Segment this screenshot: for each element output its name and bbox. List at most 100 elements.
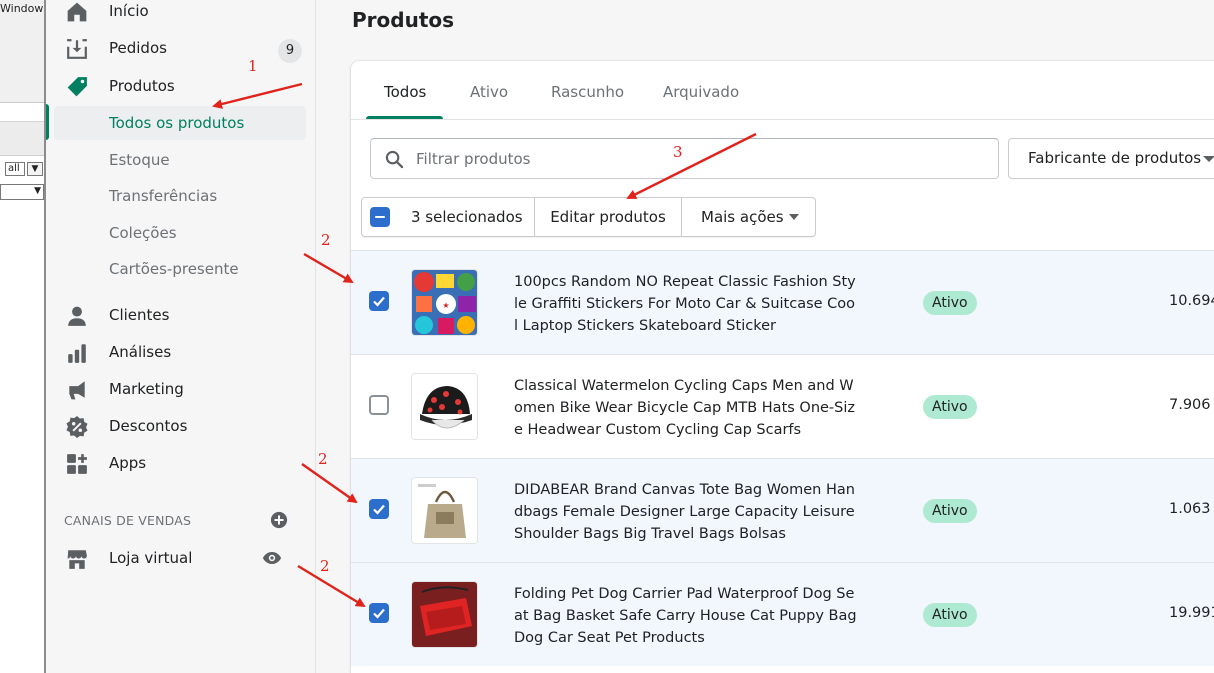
sidebar-item-loja-virtual[interactable]: Loja virtual — [54, 541, 306, 575]
select-all-control[interactable]: 3 selecionados — [362, 198, 535, 236]
tab-rascunho[interactable]: Rascunho — [551, 83, 624, 101]
vendor-filter-label: Fabricante de produtos — [1028, 149, 1202, 167]
indeterminate-checkbox[interactable] — [370, 207, 390, 227]
product-thumbnail-stickers[interactable]: ★ — [411, 269, 478, 336]
sidebar-item-label: Análises — [109, 343, 172, 361]
inventory-value: 19.991 — [1169, 605, 1214, 621]
caret-down-icon — [1203, 156, 1214, 162]
product-title[interactable]: DIDABEAR Brand Canvas Tote Bag Women Han… — [514, 479, 859, 545]
home-icon — [67, 2, 87, 22]
row-checkbox[interactable] — [369, 395, 389, 415]
active-indicator — [46, 104, 49, 140]
tab-active-underline — [366, 116, 443, 119]
sidebar-item-label: Marketing — [109, 380, 184, 398]
sidebar-item-label: Início — [109, 2, 149, 20]
sidebar-item-analises[interactable]: Análises — [54, 335, 306, 369]
window-panel — [0, 122, 44, 156]
row-checkbox[interactable] — [369, 291, 389, 311]
sidebar-item-estoque[interactable]: Estoque — [54, 143, 306, 177]
caret-down-icon — [789, 214, 799, 220]
sales-channels-heading: CANAIS DE VENDAS — [64, 513, 192, 528]
sidebar-item-label: Apps — [109, 454, 147, 472]
discount-icon — [66, 416, 88, 438]
edit-products-label: Editar produtos — [550, 208, 666, 226]
window-dropdown[interactable]: ▼ — [0, 184, 44, 200]
orders-icon — [67, 39, 87, 59]
apps-icon — [67, 454, 87, 474]
tab-arquivado[interactable]: Arquivado — [663, 83, 739, 101]
table-row[interactable]: ★ 100pcs Random NO Repeat Classic Fashio… — [351, 250, 1214, 354]
table-row[interactable]: DIDABEAR Brand Canvas Tote Bag Women Han… — [351, 458, 1214, 562]
product-title[interactable]: Folding Pet Dog Carrier Pad Waterproof D… — [514, 583, 859, 649]
checkmark-icon — [373, 608, 385, 619]
checkmark-icon — [373, 504, 385, 515]
sidebar-item-label: Produtos — [109, 77, 175, 95]
person-icon — [68, 306, 86, 326]
sidebar-item-marketing[interactable]: Marketing — [54, 372, 306, 406]
sidebar-item-apps[interactable]: Apps — [54, 446, 306, 480]
store-icon — [67, 550, 87, 569]
sidebar-item-clientes[interactable]: Clientes — [54, 298, 306, 332]
sidebar-item-todos-os-produtos[interactable]: Todos os produtos — [54, 106, 306, 140]
tab-todos[interactable]: Todos — [384, 83, 426, 101]
sidebar-item-label: Clientes — [109, 306, 170, 324]
cycling-cap-image — [412, 374, 477, 439]
search-placeholder: Filtrar produtos — [416, 150, 531, 168]
status-badge: Ativo — [923, 499, 977, 523]
sidebar-item-label: Cartões-presente — [109, 260, 239, 278]
filter-products-input[interactable]: Filtrar produtos — [370, 138, 999, 179]
sidebar: Início Pedidos 9 Produtos Todos os produ… — [46, 0, 316, 673]
table-row[interactable]: Folding Pet Dog Carrier Pad Waterproof D… — [351, 562, 1214, 666]
product-tabs: Todos Ativo Rascunho Arquivado — [351, 61, 1214, 120]
dropdown-arrow-icon: ▼ — [34, 186, 41, 196]
add-channel-icon[interactable] — [270, 511, 288, 529]
annotation-number-1: 1 — [248, 57, 258, 75]
product-title[interactable]: Classical Watermelon Cycling Caps Men an… — [514, 375, 859, 441]
search-icon — [385, 150, 404, 169]
row-checkbox[interactable] — [369, 499, 389, 519]
window-select-arrow-icon[interactable]: ▼ — [27, 162, 43, 176]
status-badge: Ativo — [923, 291, 977, 315]
sidebar-item-label: Estoque — [109, 151, 170, 169]
megaphone-icon — [69, 381, 85, 400]
row-checkbox[interactable] — [369, 603, 389, 623]
background-window: Window all ▼ ▼ — [0, 0, 46, 673]
table-row[interactable]: Classical Watermelon Cycling Caps Men an… — [351, 354, 1214, 458]
product-title[interactable]: 100pcs Random NO Repeat Classic Fashion … — [514, 271, 859, 337]
sidebar-item-label: Descontos — [109, 417, 188, 435]
sidebar-item-colecoes[interactable]: Coleções — [54, 216, 306, 250]
tag-icon — [67, 77, 87, 97]
more-actions-label: Mais ações — [701, 208, 784, 226]
vendor-filter-button[interactable]: Fabricante de produtos — [1008, 138, 1214, 179]
sidebar-item-label: Transferências — [109, 187, 218, 205]
annotation-number-2: 2 — [320, 557, 330, 575]
product-thumbnail-tote-bag[interactable] — [411, 477, 478, 544]
sidebar-item-label: Pedidos — [109, 39, 167, 57]
product-thumbnail-cap[interactable] — [411, 373, 478, 440]
product-thumbnail-pet-carrier[interactable] — [411, 581, 478, 648]
orders-count-badge: 9 — [278, 39, 302, 63]
tab-ativo[interactable]: Ativo — [470, 83, 508, 101]
inventory-value: 10.694 — [1169, 293, 1214, 309]
status-badge: Ativo — [923, 395, 977, 419]
sidebar-item-descontos[interactable]: Descontos — [54, 409, 306, 443]
annotation-number-2: 2 — [321, 231, 331, 249]
checkmark-icon — [373, 296, 385, 307]
status-badge: Ativo — [923, 603, 977, 627]
sidebar-item-cartoes-presente[interactable]: Cartões-presente — [54, 252, 306, 286]
window-select[interactable]: all — [5, 162, 25, 176]
inventory-value: 1.063 e — [1169, 501, 1214, 517]
bulk-actions-bar: 3 selecionados Editar produtos Mais açõe… — [361, 197, 816, 237]
sidebar-item-pedidos[interactable]: Pedidos 9 — [54, 31, 306, 65]
sidebar-item-transferencias[interactable]: Transferências — [54, 179, 306, 213]
window-title-fragment: Window — [0, 0, 44, 103]
edit-products-button[interactable]: Editar produtos — [535, 198, 682, 236]
sidebar-item-inicio[interactable]: Início — [54, 0, 306, 28]
eye-icon[interactable] — [262, 548, 282, 568]
window-select-group: all ▼ — [3, 162, 43, 178]
more-actions-button[interactable]: Mais ações — [682, 198, 815, 236]
sidebar-item-label: Coleções — [109, 224, 177, 242]
svg-text:★: ★ — [442, 301, 449, 310]
sidebar-item-produtos[interactable]: Produtos — [54, 69, 306, 103]
products-card: Todos Ativo Rascunho Arquivado Filtrar p… — [351, 61, 1214, 673]
